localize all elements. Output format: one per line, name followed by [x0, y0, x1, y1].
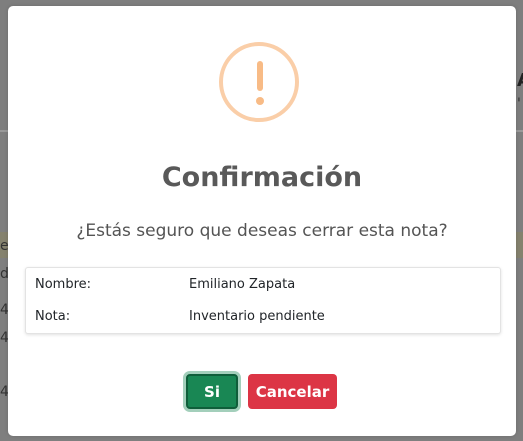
detail-value: Inventario pendiente	[189, 309, 325, 324]
background-edge-text: A	[517, 70, 523, 91]
dialog-question: ¿Estás seguro que deseas cerrar esta not…	[76, 221, 448, 241]
cancel-button[interactable]: Cancelar	[248, 374, 337, 409]
detail-row-nombre: Nombre: Emiliano Zapata	[26, 269, 500, 299]
detail-label: Nota:	[35, 309, 71, 324]
confirm-button[interactable]: Si	[186, 374, 238, 409]
note-details-card: Nombre: Emiliano Zapata Nota: Inventario…	[25, 267, 501, 334]
detail-label: Nombre:	[35, 277, 92, 292]
detail-value: Emiliano Zapata	[189, 277, 296, 292]
detail-row-nota: Nota: Inventario pendiente	[26, 301, 500, 331]
warning-exclamation-icon	[219, 42, 299, 122]
confirmation-dialog: Confirmación ¿Estás seguro que deseas ce…	[8, 6, 516, 436]
background-edge-text: '	[517, 96, 521, 112]
dialog-title: Confirmación	[161, 162, 363, 193]
exclamation-bar	[257, 61, 263, 91]
exclamation-dot	[256, 97, 264, 105]
